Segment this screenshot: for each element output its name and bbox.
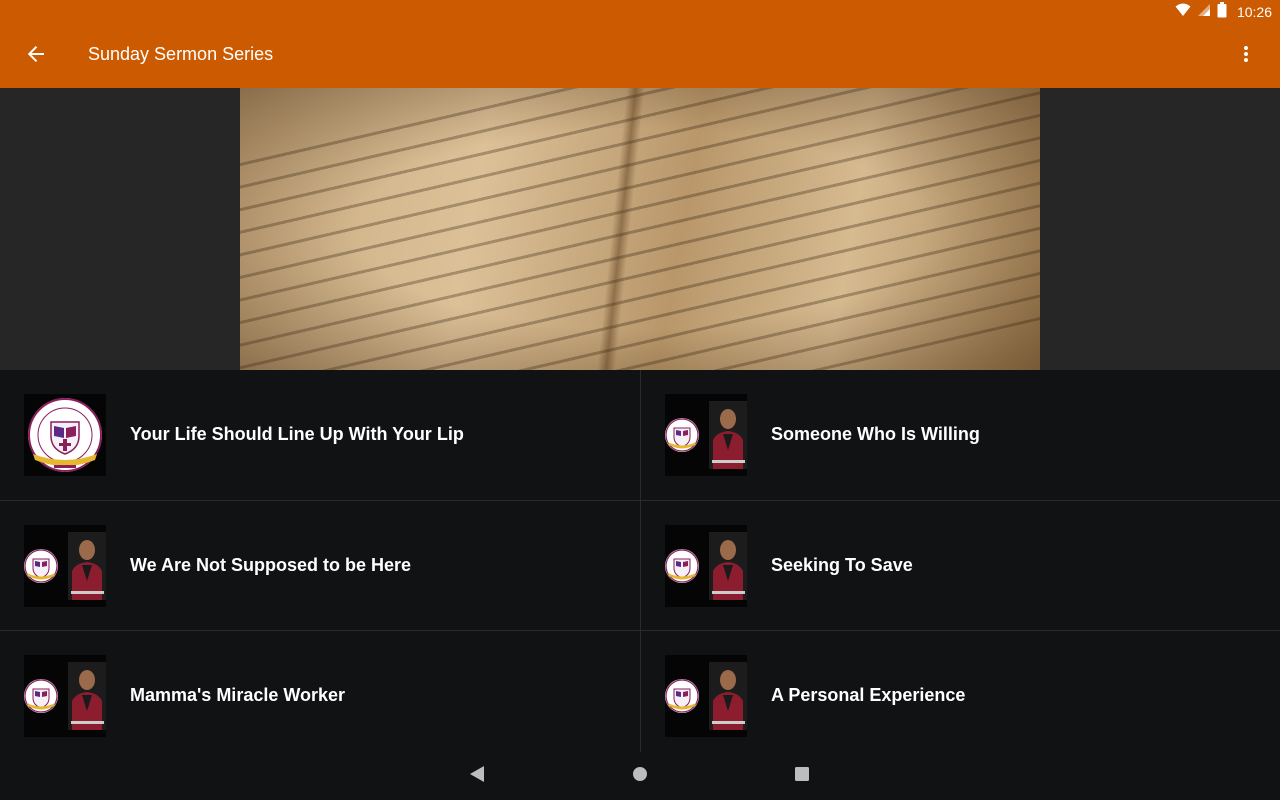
logo-and-pastor-thumbnail: [24, 525, 106, 607]
logo-and-pastor-thumbnail: [665, 655, 747, 737]
cell-signal-icon: [1197, 3, 1211, 22]
logo-and-pastor-thumbnail: [665, 525, 747, 607]
back-triangle-icon: [469, 765, 485, 788]
logo-and-pastor-thumbnail: [24, 655, 106, 737]
home-circle-icon: [632, 766, 648, 787]
battery-icon: [1217, 1, 1227, 23]
sermon-item[interactable]: We Are Not Supposed to be Here: [0, 500, 640, 630]
nav-recents-button[interactable]: [790, 764, 814, 788]
recents-square-icon: [794, 766, 810, 787]
sermon-title: A Personal Experience: [771, 685, 966, 705]
nav-home-button[interactable]: [628, 764, 652, 788]
arrow-back-icon: [27, 45, 45, 68]
sermon-item[interactable]: Someone Who Is Willing: [640, 370, 1280, 500]
overflow-menu-button[interactable]: [1226, 36, 1266, 76]
header-image-area: [0, 88, 1280, 370]
sermon-item[interactable]: A Personal Experience: [640, 630, 1280, 752]
sermon-item[interactable]: Seeking To Save: [640, 500, 1280, 630]
status-bar: 10:26: [0, 0, 1280, 24]
page-title: Sunday Sermon Series: [88, 44, 274, 64]
system-navigation-bar: [0, 752, 1280, 800]
sermon-title: Someone Who Is Willing: [771, 424, 980, 444]
sermon-title: We Are Not Supposed to be Here: [130, 555, 412, 575]
status-icons: 10:26: [1175, 1, 1272, 23]
sermon-title: Your Life Should Line Up With Your Lip: [130, 424, 464, 444]
church-logo-thumbnail: [24, 394, 106, 476]
status-time: 10:26: [1236, 4, 1272, 20]
sermon-title: Mamma's Miracle Worker: [130, 685, 346, 705]
sermon-item[interactable]: Mamma's Miracle Worker: [0, 630, 640, 752]
sermon-item[interactable]: Your Life Should Line Up With Your Lip: [0, 370, 640, 500]
nav-back-button[interactable]: [465, 764, 489, 788]
sermon-list: Your Life Should Line Up With Your Lip S…: [0, 370, 1280, 752]
open-bible-image: [240, 88, 1040, 370]
wifi-icon: [1175, 3, 1191, 22]
app-bar: Sunday Sermon Series: [0, 24, 1280, 88]
more-vert-icon: [1243, 45, 1249, 68]
sermon-title: Seeking To Save: [771, 555, 913, 575]
back-button[interactable]: [16, 36, 56, 76]
image-vignette: [240, 88, 1040, 370]
logo-and-pastor-thumbnail: [665, 394, 747, 476]
